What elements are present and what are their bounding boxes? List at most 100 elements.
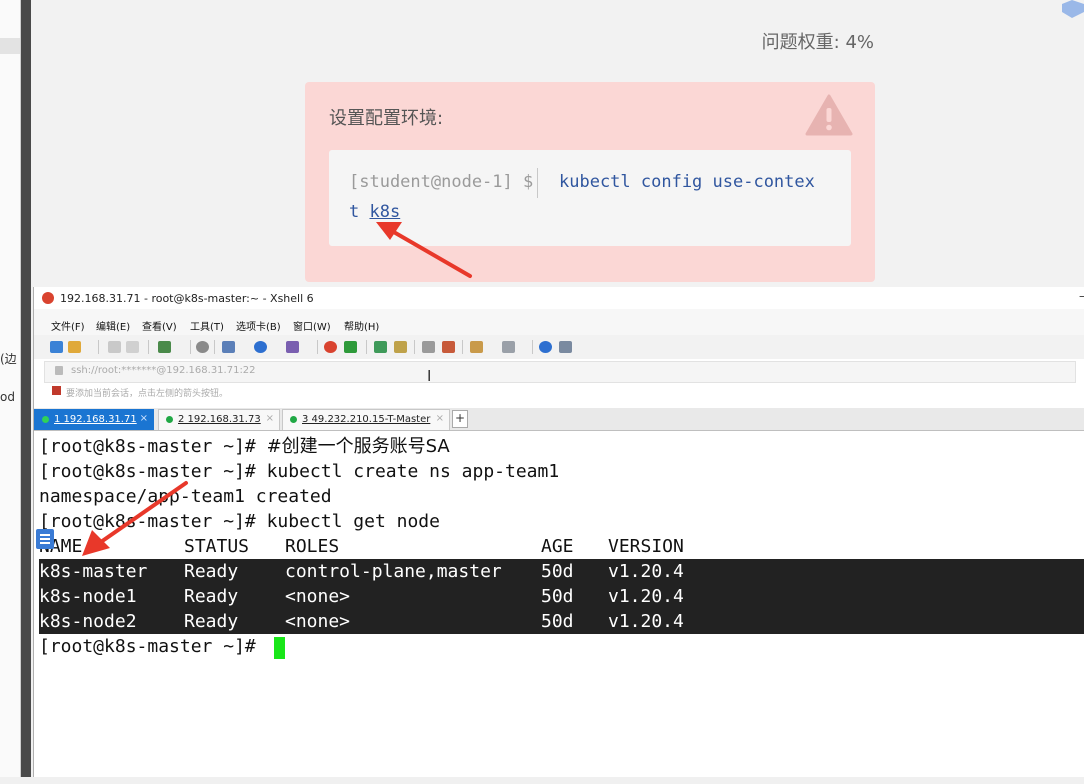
toolbar-separator [462,340,463,354]
header-age: AGE [541,536,574,557]
session-address: ssh://root:*******@192.168.31.71:22 [71,365,256,376]
toolbar-separator [532,340,533,354]
tab-label: 1 192.168.31.71 [54,414,137,425]
node-status: Ready [184,561,239,582]
toolbar-separator [214,340,215,354]
terminal-line: [root@k8s-master ~]# [39,636,267,657]
tab-session-2[interactable]: 2 192.168.31.73 × [158,409,280,430]
xshell-titlebar[interactable]: 192.168.31.71 - root@k8s-master:~ - Xshe… [34,287,1084,309]
tab-label: 2 192.168.31.73 [178,414,261,425]
node-version: v1.20.4 [608,611,684,632]
shell-comment: #创建一个服务账号SA [266,436,450,457]
terminal[interactable]: [root@k8s-master ~]# #创建一个服务账号SA [root@k… [34,431,1084,777]
toolbar-separator [190,340,191,354]
address-bar[interactable]: ssh://root:*******@192.168.31.71:22 [44,361,1076,383]
header-roles: ROLES [285,536,340,557]
terminal-line: [root@k8s-master ~]# kubectl get node [39,511,440,532]
xftp-icon[interactable] [324,341,337,353]
lock-icon [55,366,63,375]
left-sidebar-selected-item[interactable] [0,38,20,54]
side-panel-icon[interactable] [36,529,54,549]
command-text-line1[interactable]: kubectl config use-contex [559,172,815,192]
close-tab-icon[interactable]: × [436,413,444,424]
node-version: v1.20.4 [608,586,684,607]
connected-status-icon [290,416,297,423]
setup-environment-box: 设置配置环境: [student@node-1] $ kubectl confi… [305,82,875,282]
tab-session-1[interactable]: 1 192.168.31.71 × [34,409,154,430]
menu-file[interactable]: 文件(F) [51,318,85,333]
chat-icon[interactable] [559,341,572,353]
xshell-window: 192.168.31.71 - root@k8s-master:~ - Xshe… [33,287,1084,777]
tab-label: 3 49.232.210.15-T-Master [302,414,431,425]
node-age: 50d [541,586,574,607]
command-box[interactable]: [student@node-1] $ kubectl config use-co… [329,150,851,246]
script-icon[interactable] [470,341,483,353]
menu-edit[interactable]: 编辑(E) [96,318,130,333]
setup-title: 设置配置环境: [329,108,444,129]
menu-bar: 文件(F) 编辑(E) 查看(V) 工具(T) 选项卡(B) 窗口(W) 帮助(… [34,309,1084,335]
new-session-icon[interactable] [50,341,63,353]
table-row: k8s-master Ready control-plane,master 50… [39,559,739,584]
help-icon[interactable] [539,341,552,353]
left-sidebar-text-fragment: od [0,390,15,404]
node-table-header: NAME STATUS ROLES AGE VERSION [39,534,739,559]
node-name: k8s-node2 [39,611,137,632]
fullscreen-icon[interactable] [374,341,387,353]
find-icon[interactable] [196,341,209,353]
font-icon[interactable] [286,341,299,353]
left-sidebar-text-fragment: (边 [0,352,17,366]
add-session-arrow-icon[interactable] [52,386,61,395]
toolbar-separator [317,340,318,354]
toolbar [34,335,1084,359]
menu-view[interactable]: 查看(V) [142,318,177,333]
node-roles: control-plane,master [285,561,502,582]
open-folder-icon[interactable] [68,341,81,353]
terminal-line: [root@k8s-master ~]# #创建一个服务账号SA [39,434,450,459]
menu-tabs[interactable]: 选项卡(B) [236,318,281,333]
node-age: 50d [541,561,574,582]
lock-icon[interactable] [394,341,407,353]
node-roles: <none> [285,586,351,607]
node-version: v1.20.4 [608,561,684,582]
reconnect-icon[interactable] [108,341,121,353]
layout-icon[interactable] [222,341,235,353]
disconnect-icon[interactable] [126,341,139,353]
menu-tools[interactable]: 工具(T) [190,318,224,333]
properties-icon[interactable] [158,341,171,353]
node-age: 50d [541,611,574,632]
header-version: VERSION [608,536,684,557]
minimize-button[interactable]: – [1079,289,1084,303]
toolbar-separator [148,340,149,354]
window-divider [21,0,31,777]
left-sidebar-strip: (边 od [0,0,21,777]
terminal-line: [root@k8s-master ~]# kubectl create ns a… [39,461,560,482]
node-roles: <none> [285,611,351,632]
globe-icon[interactable] [254,341,267,353]
xagent-icon[interactable] [344,341,357,353]
keyboard-icon[interactable] [422,341,435,353]
table-row: k8s-node1 Ready <none> 50d v1.20.4 [39,584,739,609]
menu-help[interactable]: 帮助(H) [344,318,379,333]
node-status: Ready [184,611,239,632]
tab-session-3[interactable]: 3 49.232.210.15-T-Master × [282,409,450,430]
close-tab-icon[interactable]: × [266,413,274,424]
terminal-line: namespace/app-team1 created [39,486,332,507]
question-weight: 问题权重: 4% [761,32,874,53]
table-row: k8s-node2 Ready <none> 50d v1.20.4 [39,609,739,634]
xshell-logo-icon [42,292,54,304]
connected-status-icon [42,416,49,423]
corner-logo-icon [1062,0,1084,18]
session-hint-text: 要添加当前会话，点击左侧的箭头按钮。 [66,389,229,399]
node-name: k8s-node1 [39,586,137,607]
toolbar-separator [414,340,415,354]
menu-window[interactable]: 窗口(W) [293,318,331,333]
tab-layout-icon[interactable] [502,341,515,353]
header-status: STATUS [184,536,250,557]
close-tab-icon[interactable]: × [140,413,148,424]
highlight-icon[interactable] [442,341,455,353]
new-tab-button[interactable]: + [452,410,468,428]
command-context-name: k8s [369,202,401,222]
warning-icon [805,94,853,136]
shell-prompt: [root@k8s-master ~]# [39,436,267,457]
command-text-line2[interactable]: t k8s [349,202,400,222]
